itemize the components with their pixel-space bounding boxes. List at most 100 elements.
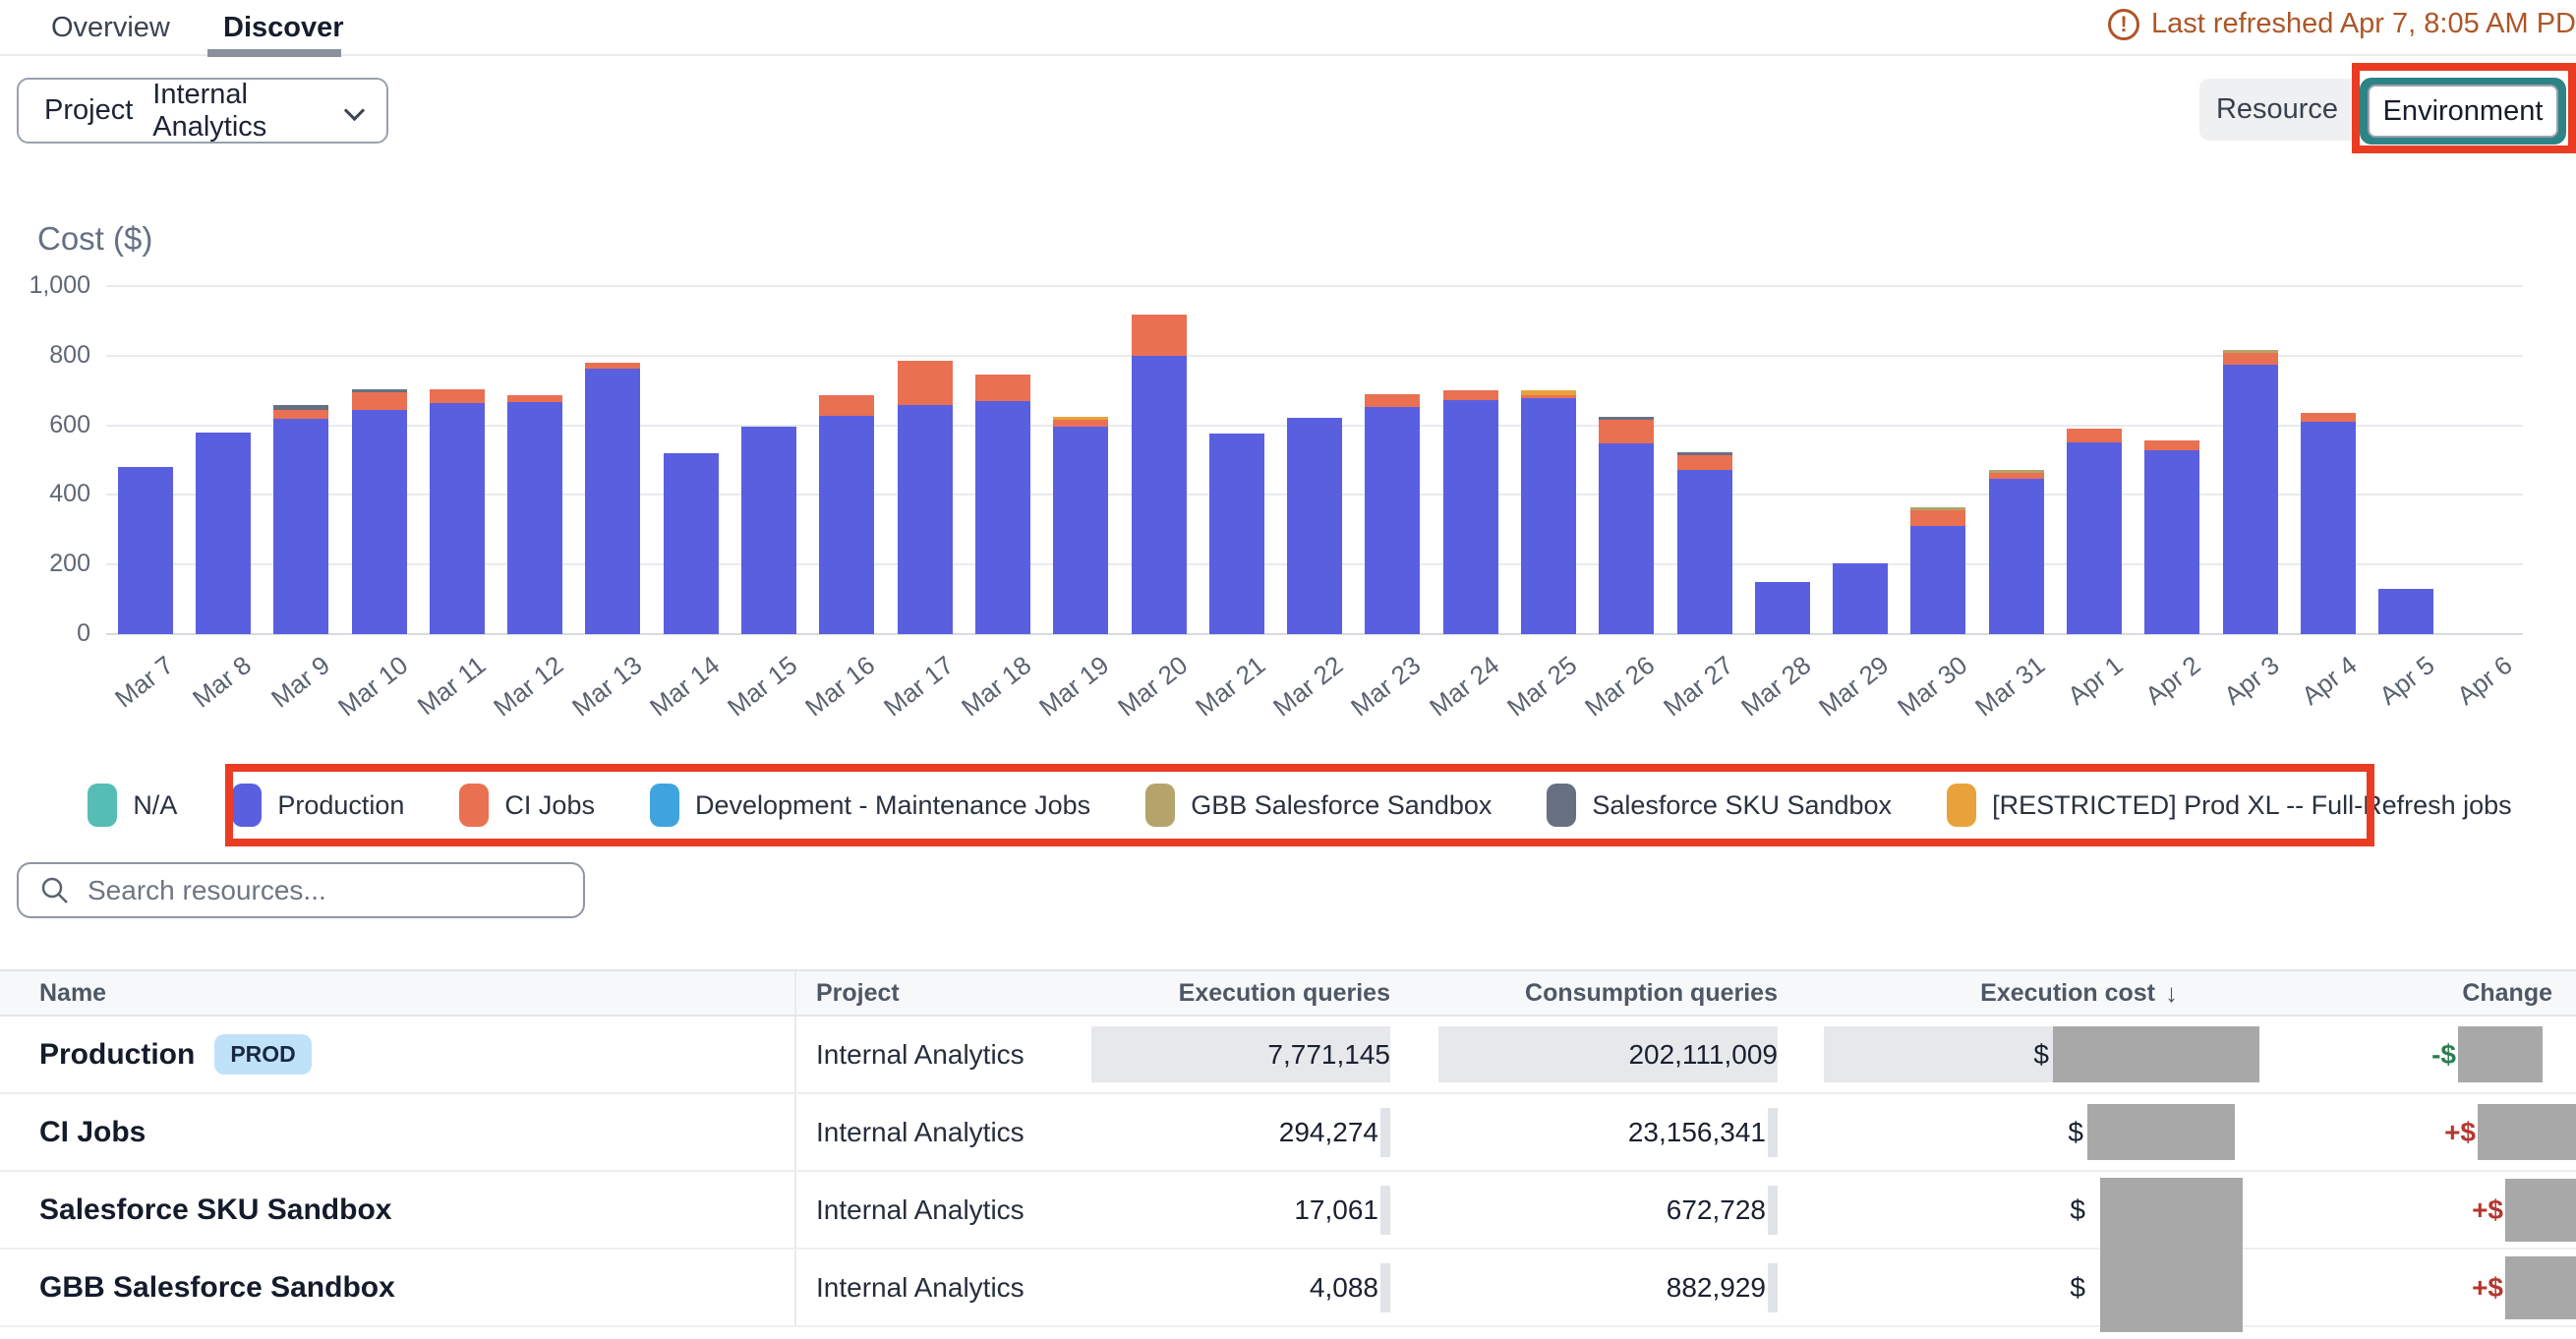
column-header-consumption-queries[interactable]: Consumption queries [1390,971,1778,1015]
bar-segment-ci-jobs[interactable] [2301,413,2356,422]
bar-mar-16[interactable] [819,395,874,634]
bar-mar-18[interactable] [975,375,1030,634]
legend-item-n-a[interactable]: N/A [88,784,177,827]
bar-segment-ci-jobs[interactable] [898,361,953,405]
bar-mar-11[interactable] [430,389,485,634]
bar-mar-27[interactable] [1677,452,1732,634]
table-row-production[interactable]: ProductionPRODInternal Analytics7,771,14… [0,1017,2576,1094]
bar-segment-ci-jobs[interactable] [1677,455,1732,470]
legend-item-ci-jobs[interactable]: CI Jobs [459,784,595,827]
environment-toggle-button[interactable]: Environment [2360,78,2566,145]
legend-item--restricted-prod-xl-full-refresh-jobs[interactable]: [RESTRICTED] Prod XL -- Full-Refresh job… [1947,784,2512,827]
bar-mar-22[interactable] [1287,418,1342,634]
bar-segment-production[interactable] [975,401,1030,634]
table-row-ci-jobs[interactable]: CI JobsInternal Analytics294,27423,156,3… [0,1094,2576,1172]
bar-segment-ci-jobs[interactable] [819,395,874,416]
bar-apr-1[interactable] [2067,429,2122,634]
bar-segment-ci-jobs[interactable] [975,375,1030,401]
bar-mar-8[interactable] [196,433,251,634]
bar-segment-production[interactable] [352,410,407,634]
legend-item-development-maintenance-jobs[interactable]: Development - Maintenance Jobs [650,784,1090,827]
bar-mar-24[interactable] [1443,390,1498,634]
column-header-project[interactable]: Project [796,971,1091,1015]
bar-segment-production[interactable] [898,405,953,634]
bar-segment-ci-jobs[interactable] [1599,420,1654,443]
search-input[interactable] [88,875,561,906]
bar-apr-3[interactable] [2223,350,2278,634]
bar-segment-ci-jobs[interactable] [507,395,562,402]
bar-segment-production[interactable] [1287,418,1342,634]
tab-discover[interactable]: Discover [223,12,344,44]
column-header-execution-queries[interactable]: Execution queries [1091,971,1390,1015]
bar-segment-production[interactable] [2144,450,2199,634]
bar-mar-13[interactable] [585,363,640,634]
bar-segment-production[interactable] [1443,400,1498,634]
bar-mar-26[interactable] [1599,417,1654,634]
project-filter-dropdown[interactable]: Project Internal Analytics [17,78,388,144]
bar-apr-5[interactable] [2378,589,2433,634]
bar-apr-4[interactable] [2301,413,2356,634]
bar-segment-production[interactable] [1521,398,1576,634]
bar-mar-15[interactable] [741,427,796,634]
bar-segment-production[interactable] [585,369,640,634]
bar-segment-ci-jobs[interactable] [2144,440,2199,450]
bar-segment-production[interactable] [430,403,485,634]
bar-segment-production[interactable] [2301,422,2356,634]
bar-segment-ci-jobs[interactable] [2223,353,2278,365]
bar-segment-production[interactable] [1910,526,1965,634]
bar-segment-production[interactable] [819,416,874,634]
bar-apr-2[interactable] [2144,440,2199,634]
bar-segment-ci-jobs[interactable] [1053,420,1108,427]
bar-segment-ci-jobs[interactable] [430,389,485,403]
bar-segment-production[interactable] [1365,407,1420,634]
bar-mar-12[interactable] [507,395,562,634]
bar-mar-14[interactable] [664,453,719,634]
bar-segment-production[interactable] [196,433,251,634]
bar-segment-production[interactable] [273,419,328,634]
legend-item-production[interactable]: Production [232,784,404,827]
bar-mar-29[interactable] [1833,563,1888,634]
y-tick-label: 200 [4,550,90,578]
bar-segment-ci-jobs[interactable] [1365,394,1420,407]
legend-item-salesforce-sku-sandbox[interactable]: Salesforce SKU Sandbox [1547,784,1892,827]
column-header-change[interactable]: Change [2281,971,2576,1015]
bar-segment-production[interactable] [1599,443,1654,634]
bar-segment-ci-jobs[interactable] [2067,429,2122,442]
bar-segment-production[interactable] [1755,582,1810,634]
bar-segment-production[interactable] [1989,479,2044,634]
bar-segment-ci-jobs[interactable] [273,410,328,419]
bar-segment-ci-jobs[interactable] [1443,390,1498,400]
bar-segment-production[interactable] [1209,434,1264,634]
resource-toggle-button[interactable]: Resource [2199,79,2355,141]
legend-item-gbb-salesforce-sandbox[interactable]: GBB Salesforce Sandbox [1145,784,1492,827]
bar-segment-production[interactable] [507,402,562,634]
bar-segment-production[interactable] [118,467,173,634]
bar-mar-30[interactable] [1910,507,1965,634]
bar-segment-production[interactable] [1132,356,1187,634]
bar-segment-production[interactable] [2067,442,2122,634]
bar-segment-ci-jobs[interactable] [1910,510,1965,526]
bar-segment-production[interactable] [2223,365,2278,634]
bar-segment-ci-jobs[interactable] [352,392,407,410]
column-header-execution-cost[interactable]: Execution cost ↓ [1778,971,2281,1015]
bar-mar-19[interactable] [1053,417,1108,634]
bar-segment-ci-jobs[interactable] [1132,315,1187,356]
bar-mar-10[interactable] [352,389,407,634]
bar-mar-31[interactable] [1989,470,2044,634]
bar-mar-28[interactable] [1755,582,1810,634]
column-header-name[interactable]: Name [0,971,796,1015]
tab-overview[interactable]: Overview [51,12,170,44]
bar-segment-production[interactable] [741,427,796,634]
bar-mar-20[interactable] [1132,315,1187,634]
bar-segment-production[interactable] [2378,589,2433,634]
bar-segment-production[interactable] [664,453,719,634]
bar-mar-7[interactable] [118,467,173,634]
bar-segment-production[interactable] [1053,427,1108,634]
bar-mar-17[interactable] [898,361,953,634]
bar-mar-21[interactable] [1209,434,1264,634]
bar-mar-25[interactable] [1521,390,1576,634]
bar-segment-production[interactable] [1677,470,1732,634]
bar-mar-9[interactable] [273,405,328,634]
bar-mar-23[interactable] [1365,394,1420,634]
bar-segment-production[interactable] [1833,563,1888,634]
